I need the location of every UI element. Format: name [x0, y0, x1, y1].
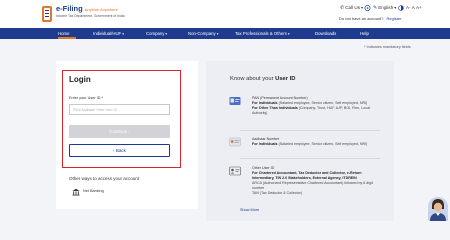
know-user-id-heading: Know about your User ID [230, 76, 295, 82]
pan-others-label: For Other Than Individuals [252, 106, 298, 110]
chevron-down-icon: ▾ [287, 32, 290, 36]
assistant-icon [428, 197, 448, 221]
accessibility-button[interactable] [364, 5, 371, 12]
nav-company[interactable]: Company▾ [146, 28, 167, 39]
account-prompt-text: Do not have an account? [339, 16, 384, 21]
pan-individuals-text: (Salaried employee, Senior citizen, Self… [278, 101, 368, 105]
register-link[interactable]: Register [386, 16, 401, 21]
contrast-icon[interactable] [398, 5, 404, 11]
call-us-label: Call Us [345, 5, 361, 10]
emblem-icon [42, 6, 52, 22]
other-user-id-for-label: For Chartered Accountant, Tax Deductor a… [252, 171, 362, 180]
login-title: Login [69, 75, 91, 84]
logo-subtitle: Income Tax Department, Government of Ind… [56, 14, 125, 18]
chat-assistant-avatar[interactable] [428, 197, 448, 221]
pan-individuals-label: For Individuals [252, 101, 278, 105]
chevron-down-icon: ▾ [165, 32, 168, 36]
know-heading-bold: User ID [275, 76, 296, 82]
nav-company-label: Company [146, 31, 165, 36]
accessibility-icon [364, 5, 371, 11]
chevron-right-icon: › [128, 129, 130, 134]
arca-text: ARCA (Authorized Representative Chartere… [252, 181, 373, 190]
phone-icon: ✆ [340, 5, 345, 11]
know-heading-prefix: Know about your [230, 76, 274, 82]
call-us-menu[interactable]: ✆Call Us▾ [340, 5, 363, 11]
nav-tax-professionals-label: Tax Professionals & Others [235, 31, 287, 36]
account-prompt: Do not have an account? Register [339, 16, 401, 21]
chevron-down-icon: ▾ [122, 32, 124, 36]
chevron-down-icon: ▾ [361, 5, 364, 10]
language-icon: ✎ [373, 5, 378, 11]
aadhaar-individuals-text: (Salaried employee, Senior citizen, Self… [278, 142, 368, 146]
other-ways-heading: Other ways to access your account [69, 176, 140, 181]
user-id-card-icon [229, 166, 241, 176]
back-label: Back [115, 148, 126, 153]
mandatory-note: * Indicates mandatory fields [364, 45, 411, 49]
nav-non-company-label: Non-Company [188, 31, 216, 36]
user-id-input[interactable] [69, 104, 170, 115]
continue-button[interactable]: Continue › [69, 125, 170, 138]
pan-card-icon [229, 97, 241, 105]
bank-icon [72, 188, 80, 196]
logo-tagline: Anytime Anywhere [84, 7, 118, 12]
chevron-left-icon: ‹ [113, 148, 115, 153]
continue-label: Continue [109, 129, 128, 134]
aadhaar-individuals-label: For Individuals [252, 142, 278, 146]
nav-tax-professionals[interactable]: Tax Professionals & Others▾ [235, 28, 290, 39]
efiling-logo[interactable]: e-Filing Anytime Anywhere Income Tax Depa… [40, 4, 125, 24]
language-select[interactable]: ✎English▾ [373, 5, 396, 11]
logo-title: e-Filing [56, 4, 83, 13]
divider [240, 130, 380, 131]
back-button[interactable]: ‹ Back [69, 144, 170, 157]
aadhaar-card-icon [229, 137, 241, 147]
text-size-controls[interactable]: A- A A+ [406, 5, 422, 10]
show-more-link[interactable]: Show More [240, 208, 259, 212]
chevron-down-icon: ▾ [216, 32, 219, 36]
nav-help[interactable]: Help [360, 28, 369, 39]
top-bar: e-Filing Anytime Anywhere Income Tax Depa… [0, 0, 450, 28]
user-id-label: Enter your User ID * [69, 96, 103, 100]
chevron-down-icon: ▾ [394, 5, 397, 10]
nav-individual-huf-label: Individual/HUF [93, 31, 122, 36]
divider [240, 158, 380, 159]
nav-individual-huf[interactable]: Individual/HUF▾ [93, 28, 124, 39]
text-size-icon: A- A A+ [406, 5, 422, 10]
tan-text: TAN (Tax Deductor & Collector) [252, 191, 303, 195]
nav-downloads[interactable]: Downloads [315, 28, 336, 39]
language-label: English [378, 5, 394, 10]
net-banking-label: Net Banking [83, 189, 104, 193]
nav-active-indicator [58, 37, 76, 39]
nav-non-company[interactable]: Non-Company▾ [188, 28, 218, 39]
